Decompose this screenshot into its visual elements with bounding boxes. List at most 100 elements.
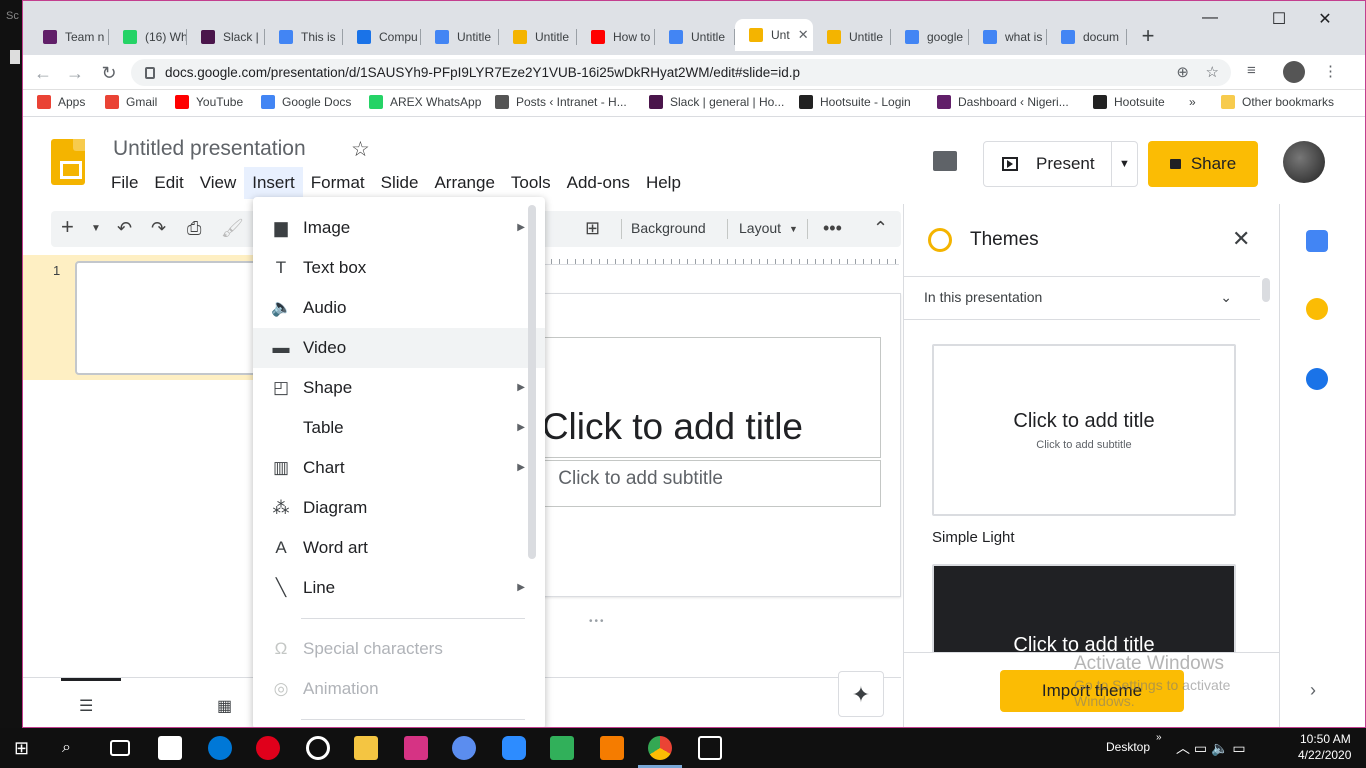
profile-avatar[interactable]	[1283, 61, 1305, 83]
bookmark-item[interactable]: Dashboard ‹ Nigeri...	[937, 95, 1069, 109]
bookmark-item[interactable]: Apps	[37, 95, 85, 109]
insert-menu-item[interactable]: Table ▶	[253, 408, 545, 448]
star-icon[interactable]: ☆	[351, 137, 370, 162]
new-slide-dropdown-icon[interactable]: ▼	[91, 223, 101, 234]
bookmark-item[interactable]: AREX WhatsApp	[369, 95, 481, 109]
slides-logo-icon[interactable]	[51, 139, 85, 185]
present-dropdown-icon[interactable]: ▼	[1111, 142, 1137, 186]
close-icon[interactable]: ✕	[1232, 226, 1250, 252]
document-title[interactable]: Untitled presentation	[113, 137, 306, 161]
bookmark-item[interactable]: Slack | general | Ho...	[649, 95, 784, 109]
browser-tab[interactable]: Untitle	[813, 23, 891, 50]
chevron-right-icon[interactable]: ›	[1310, 680, 1316, 701]
browser-icon[interactable]	[452, 736, 476, 760]
theme-card-simple-light[interactable]: Click to add title Click to add subtitle	[932, 344, 1236, 516]
bookmark-item[interactable]: Posts ‹ Intranet - H...	[495, 95, 627, 109]
explore-button[interactable]: ✦	[838, 671, 884, 717]
browser-tab[interactable]: docum	[1047, 23, 1127, 50]
collapse-toolbar-icon[interactable]: ⌃	[873, 218, 888, 239]
tasks-icon[interactable]	[1306, 368, 1328, 390]
forward-button[interactable]: →	[63, 61, 87, 85]
share-button[interactable]: Share	[1148, 141, 1258, 187]
menu-scrollbar[interactable]	[528, 205, 536, 559]
account-avatar[interactable]	[1283, 141, 1325, 183]
windows-start-icon[interactable]: ⊞	[14, 736, 38, 760]
comment-add-icon[interactable]: ⊞	[585, 218, 600, 239]
speaker-notes-handle[interactable]: •••	[589, 616, 606, 627]
acrobat-icon[interactable]	[404, 736, 428, 760]
print-icon[interactable]: ⎙	[187, 218, 201, 239]
clock-time[interactable]: 10:50 AM	[1300, 732, 1351, 746]
more-options-icon[interactable]: •••	[823, 218, 842, 239]
undo-icon[interactable]: ↶	[117, 218, 132, 239]
calendar-icon[interactable]	[1306, 230, 1328, 252]
theme-card-dark[interactable]: Click to add title	[932, 564, 1236, 664]
file-explorer-icon[interactable]	[354, 736, 378, 760]
bookmark-item[interactable]: Other bookmarks	[1221, 95, 1334, 109]
edge-icon[interactable]	[208, 736, 232, 760]
menu-insert[interactable]: Insert	[244, 167, 303, 199]
chevron-icon[interactable]: »	[1156, 732, 1162, 743]
system-tray-icons[interactable]: ︿ ▭ 🔈 ▭	[1176, 738, 1246, 758]
insert-menu-item[interactable]: T Text box	[253, 248, 545, 288]
keep-icon[interactable]	[1306, 298, 1328, 320]
insert-menu-item[interactable]: ⁂ Diagram	[253, 488, 545, 528]
bookmark-item[interactable]: Hootsuite	[1093, 95, 1165, 109]
browser-tab[interactable]: Unt ✕	[735, 19, 813, 51]
shield-icon[interactable]	[550, 736, 574, 760]
avast-icon[interactable]	[600, 736, 624, 760]
insert-menu-item[interactable]: ╲ Line ▶	[253, 568, 545, 608]
browser-tab[interactable]: Untitle	[499, 23, 577, 50]
new-slide-icon[interactable]: +	[61, 214, 74, 240]
browser-tab[interactable]: Slack |	[187, 23, 265, 50]
grid-view-icon[interactable]: ▦	[217, 696, 232, 716]
photos-icon[interactable]	[698, 736, 722, 760]
present-button[interactable]: Present ▼	[983, 141, 1138, 187]
bookmark-item[interactable]: Google Docs	[261, 95, 351, 109]
browser-tab[interactable]: This is	[265, 23, 343, 50]
browser-tab[interactable]: Team n	[29, 23, 109, 50]
insert-menu-item[interactable]: ◰ Shape ▶	[253, 368, 545, 408]
layout-button[interactable]: Layout	[739, 220, 781, 236]
reload-button[interactable]: ↻	[97, 61, 121, 85]
themes-scrollbar[interactable]	[1262, 278, 1270, 302]
zoom-icon[interactable]: ⊕ ☆	[1176, 63, 1219, 81]
insert-menu-item[interactable]: A Word art	[253, 528, 545, 568]
bookmark-item[interactable]: Hootsuite - Login	[799, 95, 911, 109]
new-tab-button[interactable]: +	[1135, 23, 1161, 49]
browser-tab[interactable]: (16) Wh	[109, 23, 187, 50]
bookmark-item[interactable]: YouTube	[175, 95, 243, 109]
close-window-button[interactable]: ✕	[1313, 9, 1337, 29]
menu-help[interactable]: Help	[638, 167, 689, 199]
address-bar[interactable]: docs.google.com/presentation/d/1SAUSYh9-…	[131, 59, 1231, 86]
menu-view[interactable]: View	[192, 167, 245, 199]
bookmark-item[interactable]: Gmail	[105, 95, 157, 109]
filmstrip-view-icon[interactable]: ☰	[79, 696, 93, 716]
menu-add-ons[interactable]: Add-ons	[559, 167, 638, 199]
media-player-icon[interactable]	[306, 736, 330, 760]
browser-tab[interactable]: How to	[577, 23, 655, 50]
paint-format-icon[interactable]: 🖌	[221, 218, 244, 239]
insert-menu-item[interactable]: 🔈 Audio	[253, 288, 545, 328]
opera-icon[interactable]	[256, 736, 280, 760]
menu-tools[interactable]: Tools	[503, 167, 559, 199]
browser-tab[interactable]: google	[891, 23, 969, 50]
chrome-icon[interactable]	[648, 736, 672, 760]
chrome-menu-icon[interactable]: ⋮	[1323, 62, 1338, 80]
browser-tab[interactable]: Untitle	[655, 23, 735, 50]
menu-file[interactable]: File	[103, 167, 146, 199]
themes-filter-dropdown[interactable]: In this presentation ⌄	[904, 276, 1260, 320]
insert-menu-item[interactable]: ▆ Image ▶	[253, 208, 545, 248]
search-icon[interactable]: ⌕	[62, 736, 86, 760]
clock-date[interactable]: 4/22/2020	[1298, 748, 1351, 762]
maximize-button[interactable]: ☐	[1267, 9, 1291, 29]
menu-slide[interactable]: Slide	[373, 167, 427, 199]
reading-list-icon[interactable]: ≡	[1247, 62, 1256, 79]
zoom-icon[interactable]	[502, 736, 526, 760]
menu-arrange[interactable]: Arrange	[426, 167, 502, 199]
insert-menu-item[interactable]: ▥ Chart ▶	[253, 448, 545, 488]
comments-icon[interactable]	[933, 151, 957, 171]
redo-icon[interactable]: ↷	[151, 218, 166, 239]
bookmark-item[interactable]: »	[1189, 95, 1196, 109]
minimize-button[interactable]: —	[1198, 9, 1222, 27]
